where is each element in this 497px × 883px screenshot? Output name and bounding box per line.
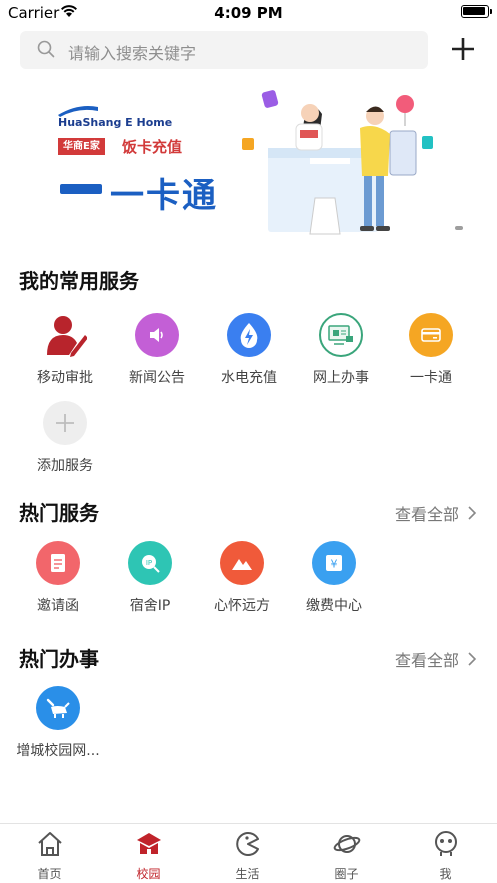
service-label: 一卡通 bbox=[410, 370, 452, 386]
service-label: 邀请函 bbox=[37, 598, 79, 614]
service-dorm-ip[interactable]: IP 宿舍IP bbox=[104, 541, 196, 615]
chevron-right-icon bbox=[468, 506, 477, 520]
profile-icon bbox=[432, 830, 460, 858]
ip-search-icon: IP bbox=[128, 541, 172, 585]
status-bar: Carrier 4:09 PM bbox=[0, 0, 497, 26]
bottom-tab-bar: 首页 校园 生活 圈子 我 bbox=[0, 823, 497, 883]
promo-banner[interactable]: HuaShang E Home 华商E家 饭卡充值 一卡通 bbox=[20, 86, 477, 241]
tab-label: 首页 bbox=[37, 867, 62, 881]
plus-icon bbox=[43, 401, 87, 445]
mountain-icon bbox=[220, 541, 264, 585]
clock: 4:09 PM bbox=[214, 4, 283, 22]
life-icon bbox=[234, 830, 262, 858]
service-label: 新闻公告 bbox=[129, 370, 185, 386]
tab-home[interactable]: 首页 bbox=[0, 824, 99, 883]
card-stripe-icon bbox=[60, 184, 102, 194]
search-input[interactable]: 请输入搜索关键字 bbox=[20, 31, 428, 69]
tab-circle[interactable]: 圈子 bbox=[297, 824, 396, 883]
banner-logo-text: HuaShang E Home bbox=[58, 116, 173, 129]
chevron-right-icon bbox=[468, 652, 477, 666]
svg-text:¥: ¥ bbox=[331, 558, 338, 571]
view-all-label: 查看全部 bbox=[394, 651, 459, 670]
section-title-hot-services: 热门服务 bbox=[19, 501, 99, 525]
service-utility-recharge[interactable]: 水电充值 bbox=[203, 313, 295, 387]
service-label: 网上办事 bbox=[313, 370, 369, 386]
payment-icon: ¥ bbox=[312, 541, 356, 585]
tab-life[interactable]: 生活 bbox=[198, 824, 297, 883]
tab-me[interactable]: 我 bbox=[396, 824, 495, 883]
view-all-hot-affairs[interactable]: 查看全部 bbox=[395, 647, 477, 671]
search-placeholder: 请输入搜索关键字 bbox=[68, 44, 197, 63]
card-icon bbox=[409, 313, 453, 357]
view-all-label: 查看全部 bbox=[394, 505, 459, 524]
section-title-frequent: 我的常用服务 bbox=[19, 269, 139, 293]
service-mobile-approval[interactable]: 移动审批 bbox=[19, 313, 111, 387]
bolt-drop-icon bbox=[227, 313, 271, 357]
wrench-cow-icon bbox=[36, 686, 80, 730]
home-icon bbox=[36, 830, 64, 858]
service-news[interactable]: 新闻公告 bbox=[111, 313, 203, 387]
search-icon bbox=[37, 40, 55, 62]
plus-icon bbox=[452, 38, 474, 60]
service-campus-card[interactable]: 一卡通 bbox=[385, 313, 477, 387]
service-label: 缴费中心 bbox=[306, 598, 362, 614]
service-label: 宿舍IP bbox=[129, 598, 171, 614]
banner-tag-brand: 华商E家 bbox=[58, 138, 105, 155]
service-aspiration[interactable]: 心怀远方 bbox=[196, 541, 288, 615]
service-label: 添加服务 bbox=[37, 458, 93, 474]
tab-label: 校园 bbox=[136, 867, 161, 881]
service-add[interactable]: 添加服务 bbox=[19, 401, 111, 475]
service-label: 移动审批 bbox=[37, 370, 93, 386]
tab-label: 我 bbox=[439, 867, 452, 881]
approval-icon bbox=[43, 313, 87, 357]
school-icon bbox=[135, 830, 163, 858]
section-title-hot-affairs: 热门办事 bbox=[19, 647, 99, 671]
service-online-affairs[interactable]: 网上办事 bbox=[295, 313, 387, 387]
svg-text:IP: IP bbox=[146, 559, 152, 567]
battery-icon bbox=[461, 5, 492, 18]
banner-page-indicator bbox=[455, 226, 463, 230]
service-invitation[interactable]: 邀请函 bbox=[12, 541, 104, 615]
tab-label: 圈子 bbox=[334, 867, 359, 881]
cashier-illustration bbox=[230, 86, 450, 245]
tab-campus[interactable]: 校园 bbox=[99, 824, 198, 883]
service-label: 水电充值 bbox=[221, 370, 277, 386]
service-label: 增城校园网... bbox=[16, 743, 100, 759]
service-label: 心怀远方 bbox=[214, 598, 270, 614]
service-payment-center[interactable]: ¥ 缴费中心 bbox=[288, 541, 380, 615]
planet-icon bbox=[333, 830, 361, 858]
banner-title: 一卡通 bbox=[110, 176, 218, 216]
banner-tag-recharge: 饭卡充值 bbox=[122, 138, 183, 156]
online-service-icon bbox=[319, 313, 363, 357]
invitation-icon bbox=[36, 541, 80, 585]
view-all-hot-services[interactable]: 查看全部 bbox=[395, 501, 477, 525]
tab-label: 生活 bbox=[235, 867, 260, 881]
affair-zengcheng-campus-network[interactable]: 增城校园网... bbox=[12, 686, 104, 760]
speaker-icon bbox=[135, 313, 179, 357]
add-button[interactable] bbox=[448, 34, 478, 64]
